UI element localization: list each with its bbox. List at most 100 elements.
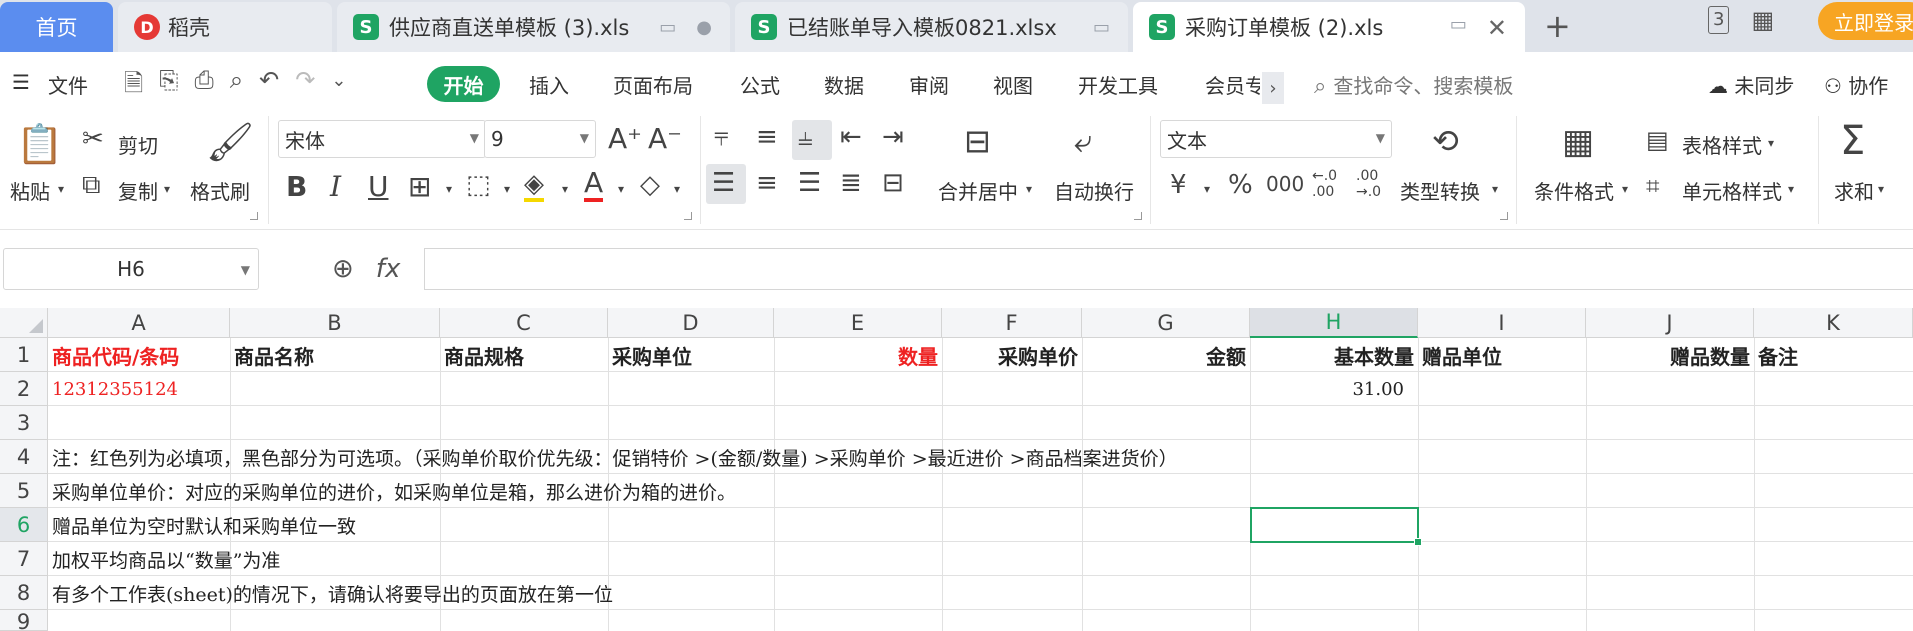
formula-input[interactable] — [424, 248, 1913, 290]
chevron-down-icon[interactable]: ▾ — [446, 182, 452, 196]
column-header-h[interactable]: H — [1250, 308, 1418, 338]
menu-data[interactable]: 数据 — [824, 70, 864, 99]
decrease-font-icon[interactable]: A⁻ — [648, 122, 682, 155]
fill-color-icon[interactable]: ◈ — [524, 170, 544, 202]
dialog-launcher-icon[interactable] — [684, 212, 692, 220]
justify-icon[interactable]: ≣ — [840, 168, 862, 198]
cell-a6[interactable]: 赠品单位为空时默认和采购单位一致 — [48, 508, 356, 542]
distributed-icon[interactable]: ⊟ — [882, 168, 904, 198]
cell-a1[interactable]: 商品代码/条码 — [48, 338, 230, 372]
underline-icon[interactable]: U — [368, 170, 389, 203]
page-view-icon[interactable]: 3 — [1708, 6, 1730, 34]
cell-f1[interactable]: 采购单价 — [942, 338, 1082, 372]
bold-icon[interactable]: B — [286, 170, 307, 203]
decrease-decimal-icon[interactable]: .00 →.0 — [1356, 168, 1381, 200]
paste-icon[interactable]: 📋 — [16, 122, 63, 167]
column-header-j[interactable]: J — [1586, 308, 1754, 338]
chevron-down-icon[interactable]: ▾ — [674, 182, 680, 196]
sum-icon[interactable]: Σ — [1840, 118, 1865, 164]
dialog-launcher-icon[interactable] — [1134, 212, 1142, 220]
column-header-c[interactable]: C — [440, 308, 608, 338]
cell-j1[interactable]: 赠品数量 — [1586, 338, 1754, 372]
copy-button[interactable]: 复制 — [118, 176, 158, 205]
cell-a4[interactable]: 注：红色列为必填项，黑色部分为可选项。（采购单价取价优先级：促销特价 >(金额/… — [48, 440, 1178, 474]
column-header-d[interactable]: D — [608, 308, 774, 338]
menu-developer[interactable]: 开发工具 — [1078, 70, 1158, 99]
dialog-launcher-icon[interactable] — [1500, 212, 1508, 220]
chevron-down-icon[interactable]: ▾ — [1026, 182, 1032, 196]
cut-button[interactable]: 剪切 — [118, 130, 158, 159]
chevron-down-icon[interactable]: ⌄ — [331, 66, 346, 107]
select-all-button[interactable] — [0, 308, 48, 338]
tab-file-supplier-direct[interactable]: S 供应商直送单模板 (3).xls ▭ ● — [337, 2, 730, 52]
row-header-1[interactable]: 1 — [0, 338, 48, 372]
export-icon[interactable]: ⎘ — [159, 66, 178, 107]
indent-decrease-icon[interactable]: ⇤ — [840, 122, 862, 152]
search-commands-input[interactable]: ⌕ 查找命令、搜索模板 — [1314, 70, 1513, 99]
menu-review[interactable]: 审阅 — [909, 70, 949, 99]
save-icon[interactable]: 🗎 — [124, 66, 143, 107]
increase-font-icon[interactable]: A⁺ — [608, 122, 642, 155]
column-header-a[interactable]: A — [48, 308, 230, 338]
row-header-6[interactable]: 6 — [0, 508, 48, 542]
tab-home[interactable]: 首页 — [0, 2, 113, 52]
brush-icon[interactable]: 🖌 — [206, 120, 254, 165]
increase-decimal-icon[interactable]: ←.0.00 — [1312, 168, 1337, 200]
row-header-4[interactable]: 4 — [0, 440, 48, 474]
tab-start[interactable]: 开始 — [427, 66, 500, 102]
zoom-icon[interactable]: ⊕ — [332, 254, 354, 284]
print-icon[interactable]: ⎙ — [195, 66, 214, 107]
dialog-launcher-icon[interactable] — [250, 212, 258, 220]
paste-button[interactable]: 粘贴 — [10, 176, 50, 205]
login-button[interactable]: 立即登录 — [1818, 2, 1913, 40]
tab-file-purchase-order[interactable]: S 采购订单模板 (2).xls ▭ ✕ — [1133, 2, 1525, 52]
cell-k1[interactable]: 备注 — [1754, 338, 1913, 372]
menu-page-layout[interactable]: 页面布局 — [613, 70, 693, 99]
column-header-b[interactable]: B — [230, 308, 440, 338]
align-left-icon[interactable]: ☰ — [712, 168, 735, 198]
menu-insert[interactable]: 插入 — [529, 70, 569, 99]
number-format-select[interactable]: 文本 ▼ — [1160, 120, 1392, 158]
row-header-8[interactable]: 8 — [0, 576, 48, 610]
row-header-7[interactable]: 7 — [0, 542, 48, 576]
print-preview-icon[interactable]: ⌕ — [230, 66, 243, 107]
percent-icon[interactable]: % — [1228, 170, 1253, 200]
table-style-button[interactable]: 表格样式 — [1682, 130, 1762, 159]
scissors-icon[interactable]: ✂ — [82, 124, 104, 154]
cell-style-button[interactable]: 单元格样式 — [1682, 176, 1782, 205]
redo-icon[interactable]: ↷ — [295, 66, 315, 107]
align-middle-icon[interactable]: ≡ — [756, 122, 778, 152]
cell-d1[interactable]: 采购单位 — [608, 338, 774, 372]
merge-cells-icon[interactable]: ⊟ — [964, 122, 991, 160]
table-style-icon[interactable]: ▤ — [1646, 126, 1669, 154]
more-tabs-button[interactable]: › — [1262, 72, 1284, 104]
align-center-icon[interactable]: ≡ — [756, 168, 778, 198]
hamburger-icon[interactable]: ☰ — [12, 70, 30, 94]
copy-icon[interactable]: ⧉ — [82, 170, 101, 201]
column-header-f[interactable]: F — [942, 308, 1082, 338]
type-convert-button[interactable]: 类型转换 — [1400, 176, 1480, 205]
conditional-format-icon[interactable]: ▦ — [1562, 122, 1594, 162]
collaborate-button[interactable]: ⚇ 协作 — [1824, 70, 1888, 99]
border-icon[interactable]: ⊞ — [408, 170, 431, 203]
currency-icon[interactable]: ¥ — [1170, 170, 1187, 200]
chevron-down-icon[interactable]: ▾ — [164, 182, 170, 196]
spreadsheet-grid[interactable]: A B C D E F G H I J K 1 2 3 4 5 6 7 8 9 — [0, 308, 1913, 631]
chevron-down-icon[interactable]: ▾ — [562, 182, 568, 196]
undo-icon[interactable]: ↶ — [259, 66, 279, 107]
wrap-text-icon[interactable]: ⤶ — [1074, 122, 1092, 161]
chevron-down-icon[interactable]: ▾ — [1788, 182, 1794, 196]
font-name-select[interactable]: 宋体 ▼ — [278, 120, 486, 158]
eraser-icon[interactable]: ◇ — [640, 170, 660, 200]
chevron-down-icon[interactable]: ▾ — [504, 182, 510, 196]
fill-style-icon[interactable]: ⬚ — [466, 170, 491, 200]
tab-daoke[interactable]: D 稻壳 — [118, 2, 332, 52]
column-header-e[interactable]: E — [774, 308, 942, 338]
convert-icon[interactable]: ⟲ — [1432, 122, 1459, 160]
cell-a7[interactable]: 加权平均商品以“数量”为准 — [48, 542, 280, 576]
chevron-down-icon[interactable]: ▾ — [1492, 182, 1498, 196]
column-header-g[interactable]: G — [1082, 308, 1250, 338]
row-header-5[interactable]: 5 — [0, 474, 48, 508]
italic-icon[interactable]: I — [330, 170, 341, 203]
cell-h2[interactable]: 31.00 — [1250, 372, 1418, 406]
